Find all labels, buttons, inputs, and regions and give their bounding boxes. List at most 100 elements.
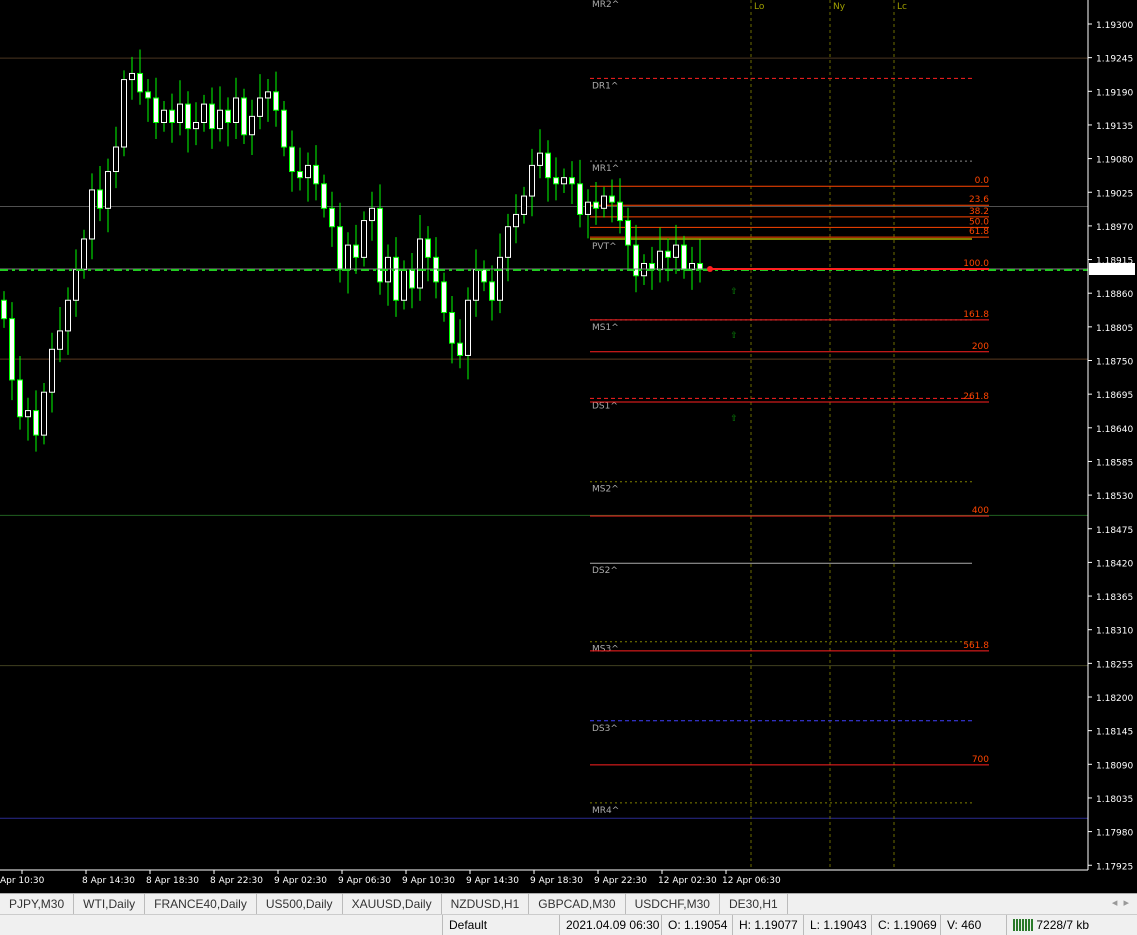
candle-body: [425, 238, 431, 258]
candle-body: [465, 299, 471, 356]
candle-body: [89, 189, 95, 240]
candle-body: [625, 220, 631, 246]
tab-chart[interactable]: DE30,H1: [720, 894, 788, 914]
pivot-label: MS2^: [592, 485, 619, 495]
candle-body: [57, 330, 63, 350]
candle-body: [193, 121, 199, 130]
connection-bars-icon: [1013, 919, 1033, 931]
candle-body: [25, 410, 31, 418]
candle-body: [417, 238, 423, 289]
fib-label: 400: [972, 506, 989, 516]
candle-body: [569, 177, 575, 185]
candle-body: [353, 244, 359, 258]
time-label: 8 Apr 14:30: [82, 876, 135, 886]
price-label: 1.18200: [1096, 694, 1133, 704]
price-label: 1.18585: [1096, 458, 1133, 468]
candle-body: [177, 103, 183, 123]
tab-chart[interactable]: NZDUSD,H1: [442, 894, 530, 914]
price-label: 1.18750: [1096, 358, 1133, 368]
chevron-left-icon[interactable]: ◂: [1112, 897, 1118, 909]
up-arrow-icon: ⇧: [730, 414, 738, 424]
time-label: 9 Apr 10:30: [402, 876, 455, 886]
candle-body: [105, 171, 111, 209]
tab-chart[interactable]: USDCHF,M30: [626, 894, 720, 914]
candle-body: [33, 410, 39, 436]
fib-label: 161.8: [963, 310, 989, 320]
candle-body: [313, 164, 319, 185]
candle-body: [305, 164, 311, 179]
bar-datetime: 2021.04.09 06:30: [559, 915, 659, 935]
candle-body: [369, 207, 375, 222]
candle-body: [137, 72, 143, 93]
candle-body: [585, 201, 591, 215]
connection-status: 7228/7 kb: [1006, 915, 1089, 935]
candle-body: [457, 342, 463, 356]
current-price-label: 1.18901: [1094, 266, 1131, 276]
candle-body: [601, 195, 607, 209]
time-label: 9 Apr 02:30: [274, 876, 327, 886]
candle-body: [545, 152, 551, 179]
time-label: 9 Apr 14:30: [466, 876, 519, 886]
candle-body: [129, 72, 135, 81]
candle-body: [153, 97, 159, 123]
candle-body: [529, 164, 535, 197]
candle-body: [481, 269, 487, 283]
tab-chart[interactable]: GBPCAD,M30: [529, 894, 626, 914]
price-chart[interactable]: Lo Ny Lc MR2^ DR1^ MR1^ PVT^ MS1^ DS1^ MS2^ DS2^ MS…: [0, 0, 1137, 892]
candle-body: [505, 226, 511, 258]
pivot-label: MR1^: [592, 164, 619, 174]
candle-body: [169, 109, 175, 123]
candle-body: [289, 146, 295, 173]
session-label: Ny: [833, 2, 846, 12]
fib-label: 700: [972, 755, 989, 765]
bar-open: O: 1.19054: [661, 915, 727, 935]
price-label: 1.18860: [1096, 290, 1133, 300]
candle-body: [73, 269, 79, 301]
price-label: 1.19135: [1096, 122, 1133, 132]
candle-body: [409, 269, 415, 289]
fib-label: 38.2: [969, 207, 989, 217]
candle-body: [145, 91, 151, 99]
fib-label: 100.0: [963, 259, 989, 269]
up-arrow-icon: ⇧: [730, 287, 738, 297]
price-label: 1.18035: [1096, 795, 1133, 805]
candle-body: [17, 379, 23, 418]
traffic-text: 7228/7 kb: [1036, 918, 1090, 932]
tab-chart[interactable]: PJPY,M30: [0, 894, 75, 914]
fib-label: 261.8: [963, 392, 989, 402]
candle-body: [257, 97, 263, 117]
price-label: 1.19025: [1096, 189, 1133, 199]
chart-canvas[interactable]: Lo Ny Lc MR2^ DR1^ MR1^ PVT^ MS1^ DS1^ MS2^ DS2^ MS…: [0, 0, 1137, 892]
status-bar: Default 2021.04.09 06:30 O: 1.19054 H: 1…: [0, 914, 1137, 935]
candle-body: [521, 195, 527, 215]
candle-body: [561, 177, 567, 185]
pivot-label: MR2^: [592, 0, 619, 10]
pivot-label: DS1^: [592, 401, 618, 411]
tab-chart[interactable]: WTI,Daily: [74, 894, 146, 914]
candle-body: [81, 238, 87, 271]
profile-name[interactable]: Default: [442, 915, 559, 935]
fib-label: 23.6: [969, 195, 989, 205]
tab-chart[interactable]: FRANCE40,Daily: [145, 894, 257, 914]
price-label: 1.17925: [1096, 862, 1133, 872]
price-label: 1.18970: [1096, 223, 1133, 233]
candle-body: [201, 103, 207, 123]
session-label: Lc: [897, 2, 907, 12]
price-dot: [707, 266, 713, 272]
tab-scroll-arrows[interactable]: ◂ ▸: [1112, 896, 1129, 909]
time-label: Apr 10:30: [0, 876, 45, 886]
price-label: 1.19080: [1096, 156, 1133, 166]
chevron-right-icon[interactable]: ▸: [1123, 897, 1129, 909]
price-label: 1.18310: [1096, 627, 1133, 637]
fib-label: 200: [972, 342, 989, 352]
candle-body: [97, 189, 103, 209]
price-label: 1.19190: [1096, 88, 1133, 98]
candle-body: [673, 244, 679, 258]
tab-chart[interactable]: US500,Daily: [257, 894, 343, 914]
tab-chart[interactable]: XAUUSD,Daily: [343, 894, 442, 914]
pivot-label: MS3^: [592, 645, 619, 655]
candle-body: [9, 318, 15, 381]
candle-body: [321, 183, 327, 209]
candle-body: [265, 91, 271, 99]
candle-body: [393, 256, 399, 301]
